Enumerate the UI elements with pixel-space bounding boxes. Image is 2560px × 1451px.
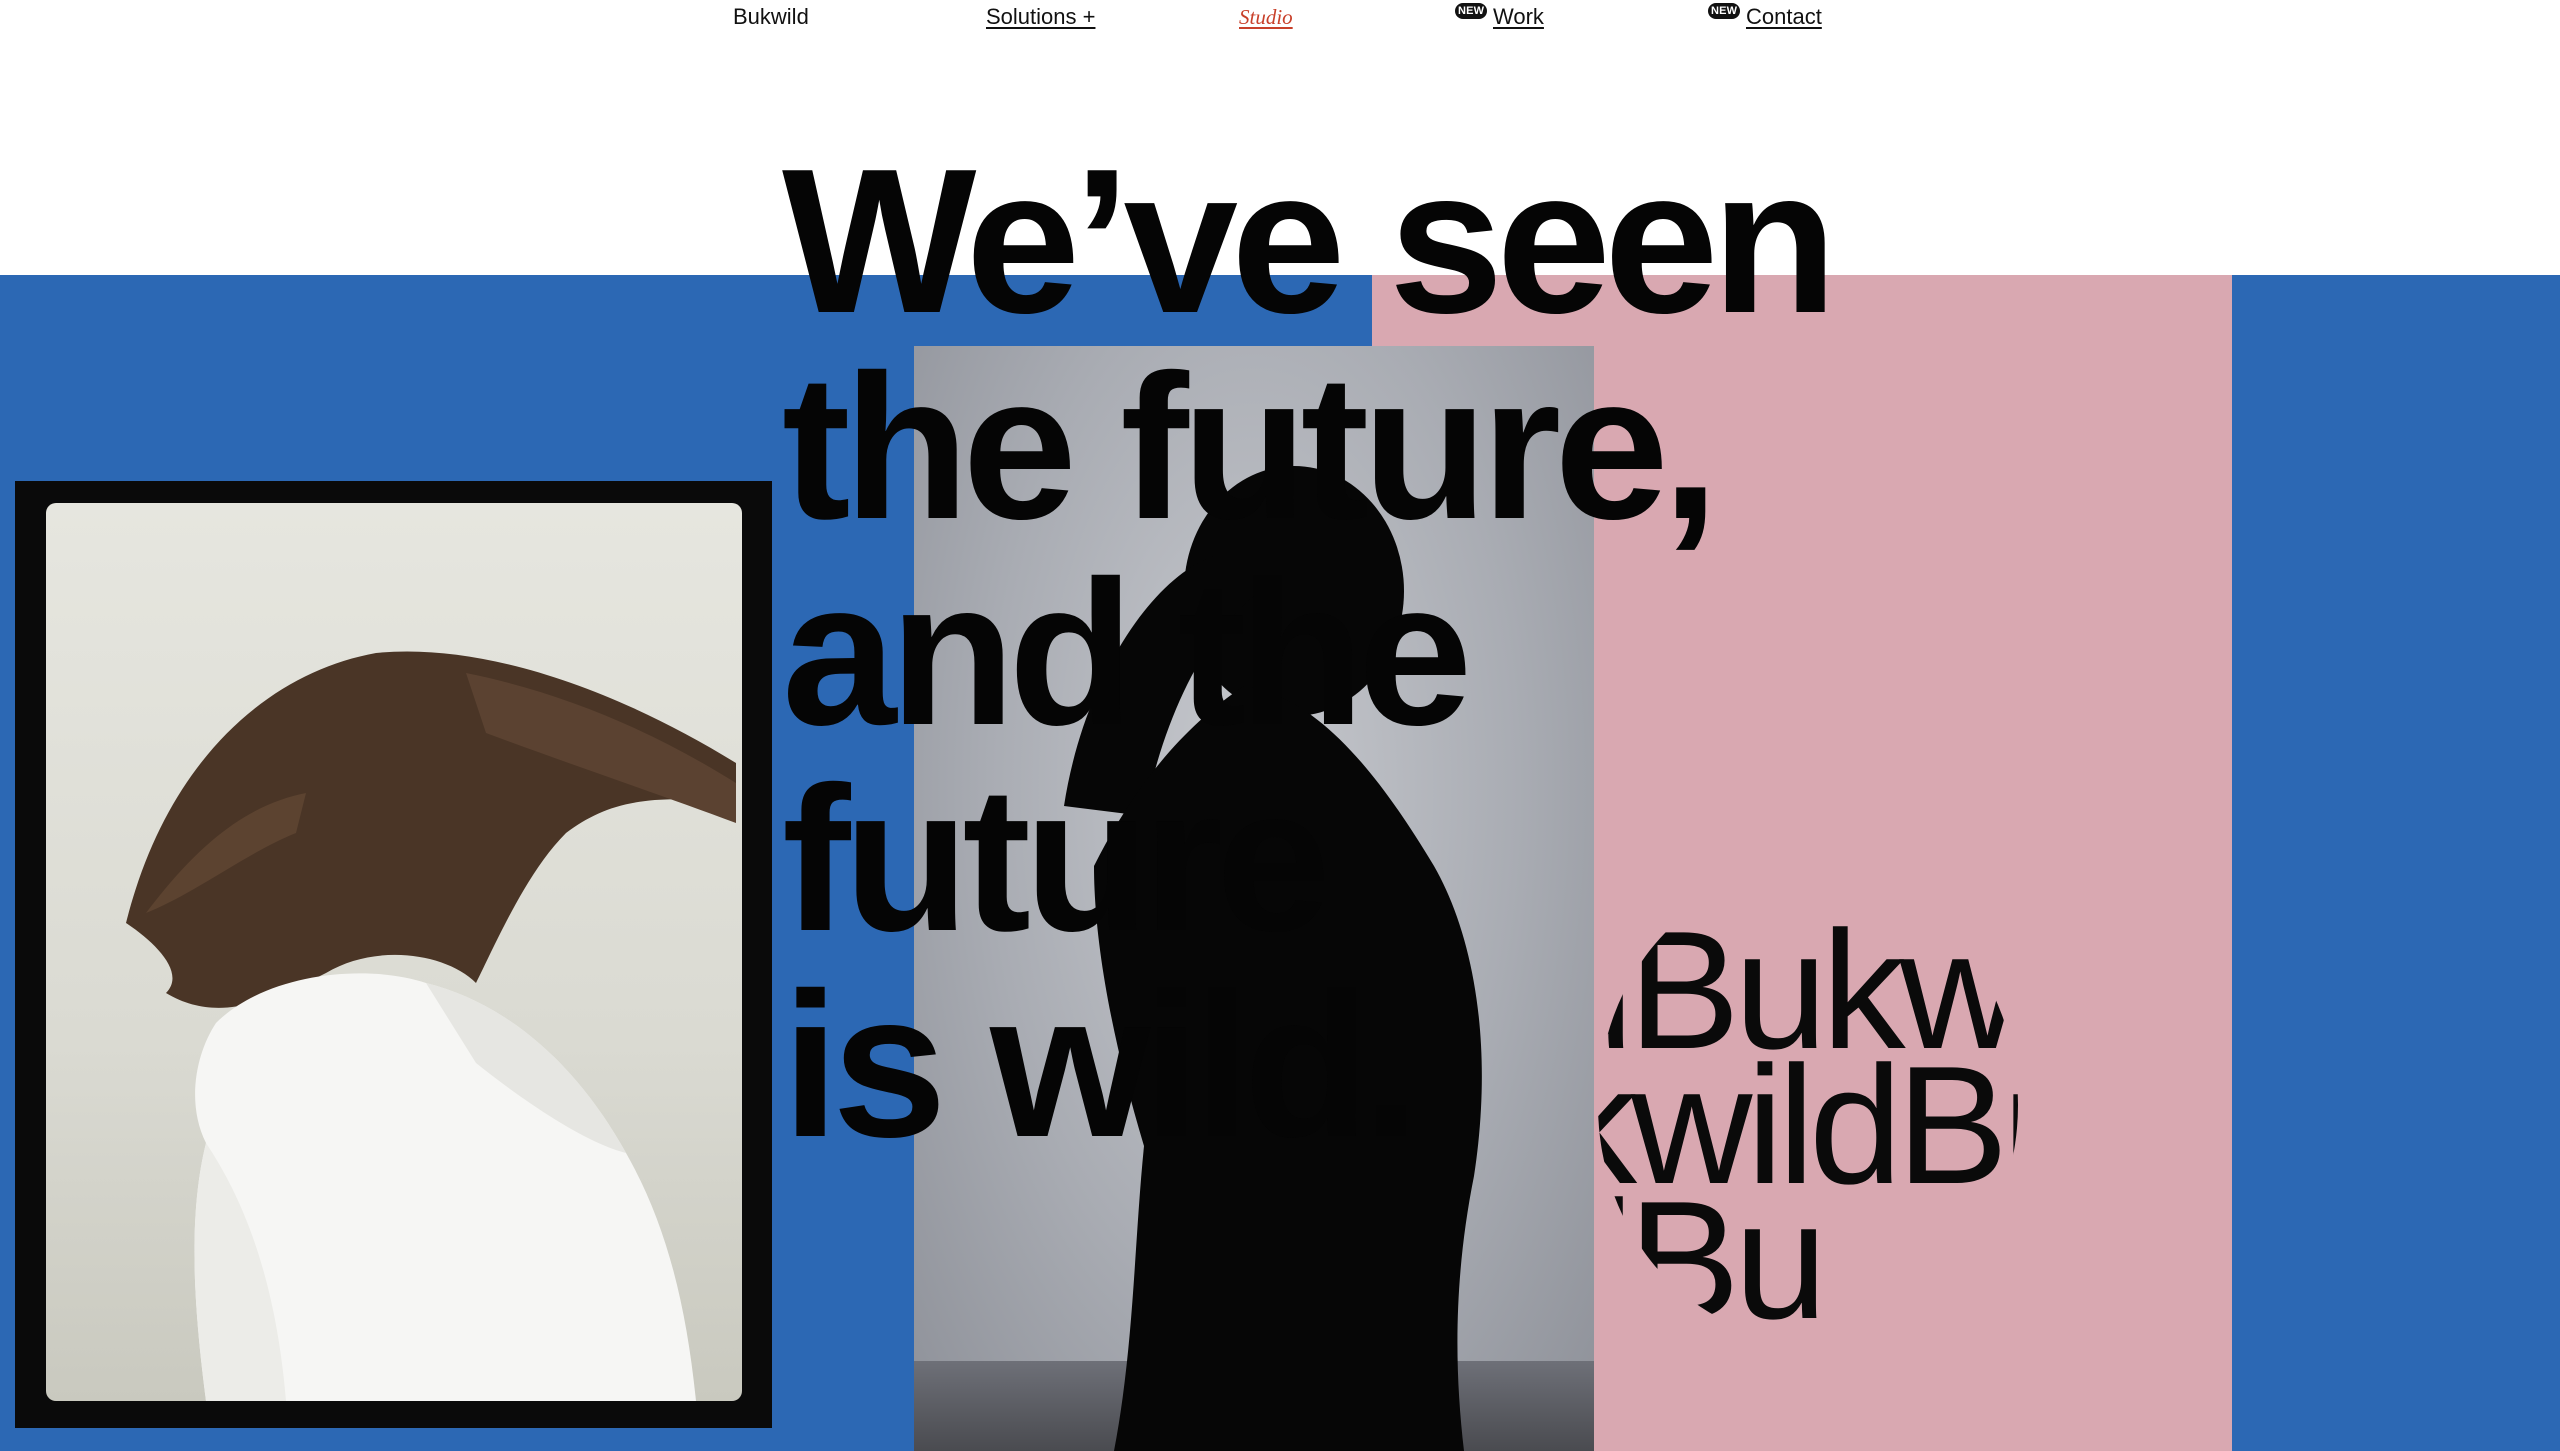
nav-work[interactable]: Work — [1493, 4, 1544, 30]
hero-headline: We’ve seen the future, and the future is… — [782, 138, 1882, 1168]
woman-figure-illustration — [126, 651, 736, 1401]
nav-contact[interactable]: Contact — [1746, 4, 1822, 30]
blue-band-right — [2232, 275, 2560, 1451]
hair-flip-photo — [46, 503, 742, 1401]
headline-line-2: the future, — [782, 332, 1719, 562]
nav-studio[interactable]: Studio — [1239, 4, 1293, 30]
headline-line-3: and the — [782, 538, 1472, 768]
headline-line-1: We’ve seen — [782, 126, 1837, 356]
nav-solutions[interactable]: Solutions + — [986, 4, 1095, 30]
new-badge-contact: NEW — [1708, 3, 1741, 19]
page: Bukwild Solutions + Studio NEW Work NEW … — [0, 0, 2560, 1451]
headline-line-5: is wild. — [782, 950, 1420, 1180]
wordmark-row-3: ildBu — [1598, 1166, 1828, 1340]
new-badge-work: NEW — [1455, 3, 1488, 19]
nav-logo[interactable]: Bukwild — [733, 4, 809, 30]
hair-flip-photo-frame — [15, 481, 772, 1428]
headline-line-4: future — [782, 744, 1331, 974]
